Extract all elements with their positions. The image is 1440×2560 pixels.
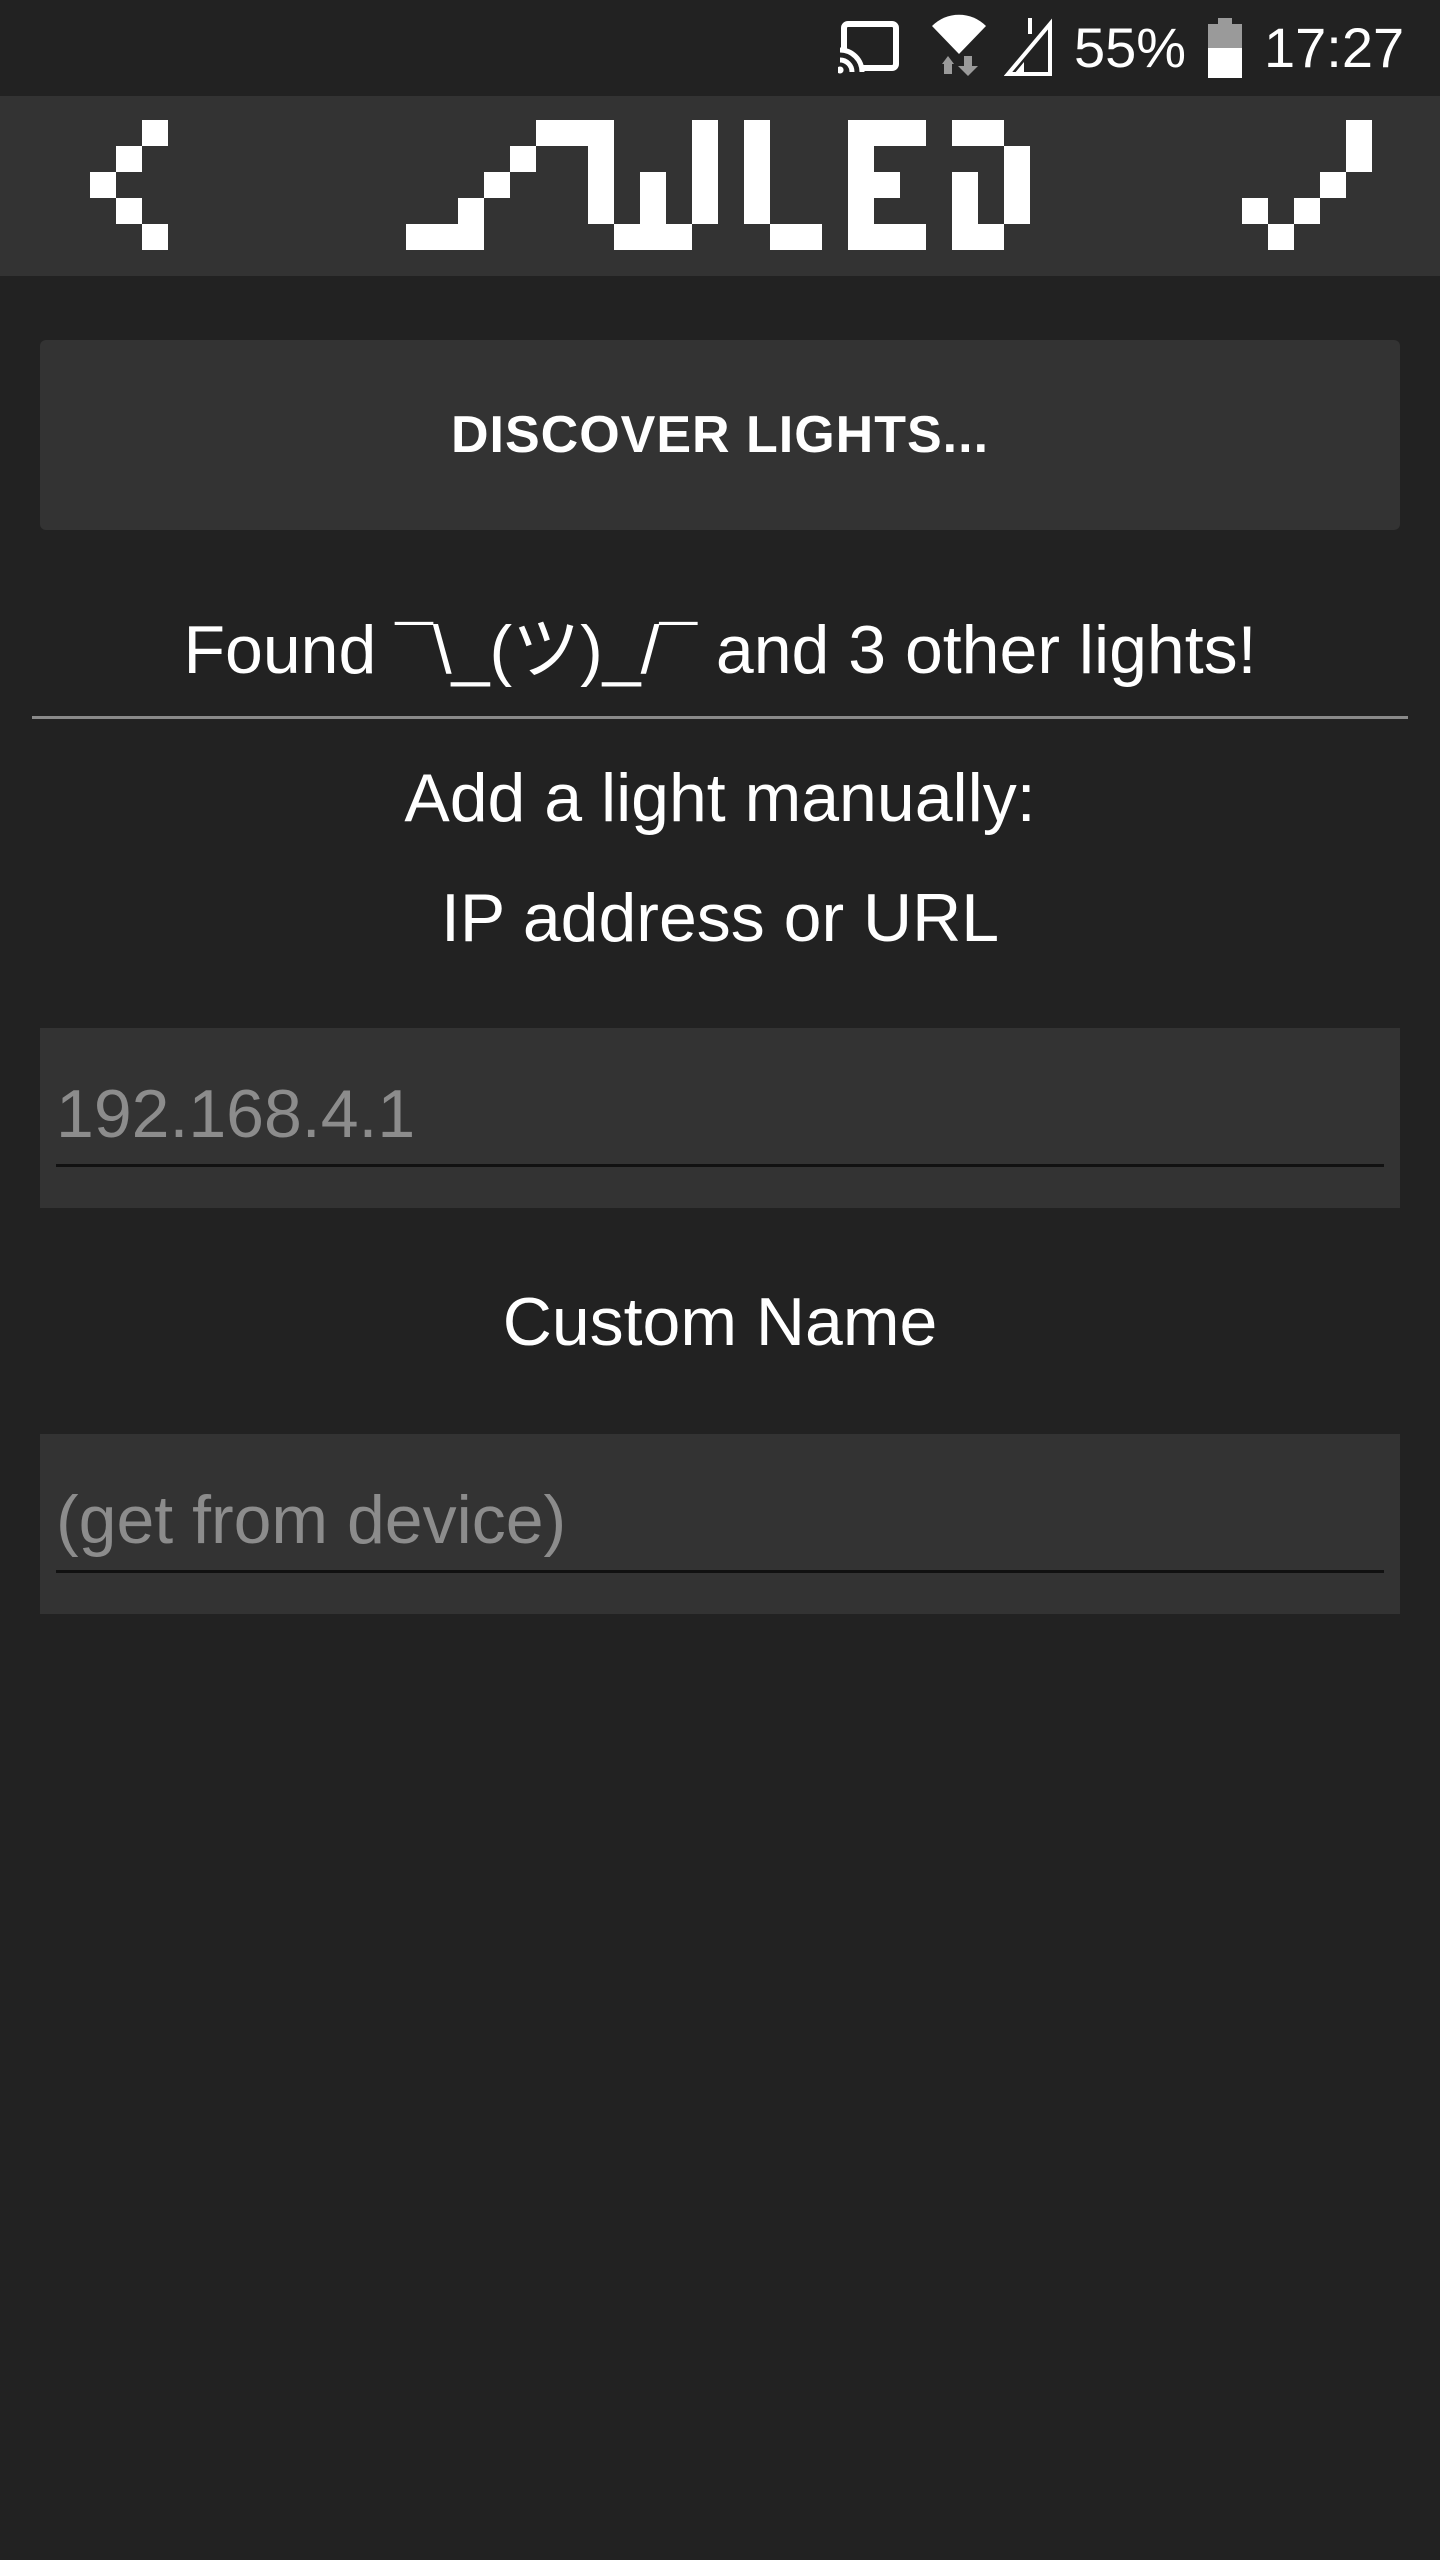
signal-icon: [1003, 18, 1054, 81]
toolbar: [0, 96, 1440, 276]
status-bar: 55% 17:27: [0, 0, 1440, 96]
chevron-left-icon: [90, 120, 168, 250]
ip-address-field-container: [40, 1028, 1400, 1208]
ip-address-input[interactable]: [56, 1064, 1384, 1167]
ip-address-label: IP address or URL: [440, 880, 1000, 956]
checkmark-icon: [1242, 120, 1372, 250]
custom-name-input[interactable]: [56, 1470, 1384, 1573]
back-button[interactable]: [60, 96, 200, 276]
cast-icon: [836, 20, 902, 81]
wled-logo: [406, 120, 1030, 250]
battery-icon: [1206, 18, 1244, 85]
clock: 17:27: [1264, 16, 1405, 79]
add-manually-heading: Add a light manually:: [404, 760, 1036, 836]
discover-lights-button[interactable]: DISCOVER LIGHTS...: [40, 340, 1400, 530]
divider: [32, 716, 1408, 719]
custom-name-label: Custom Name: [502, 1284, 938, 1360]
found-lights-message: Found ¯\_(ツ)_/¯ and 3 other lights!: [183, 612, 1257, 688]
battery-percent: 55%: [1074, 16, 1187, 79]
confirm-button[interactable]: [1220, 96, 1380, 276]
wifi-icon: [928, 14, 990, 85]
custom-name-field-container: [40, 1434, 1400, 1614]
